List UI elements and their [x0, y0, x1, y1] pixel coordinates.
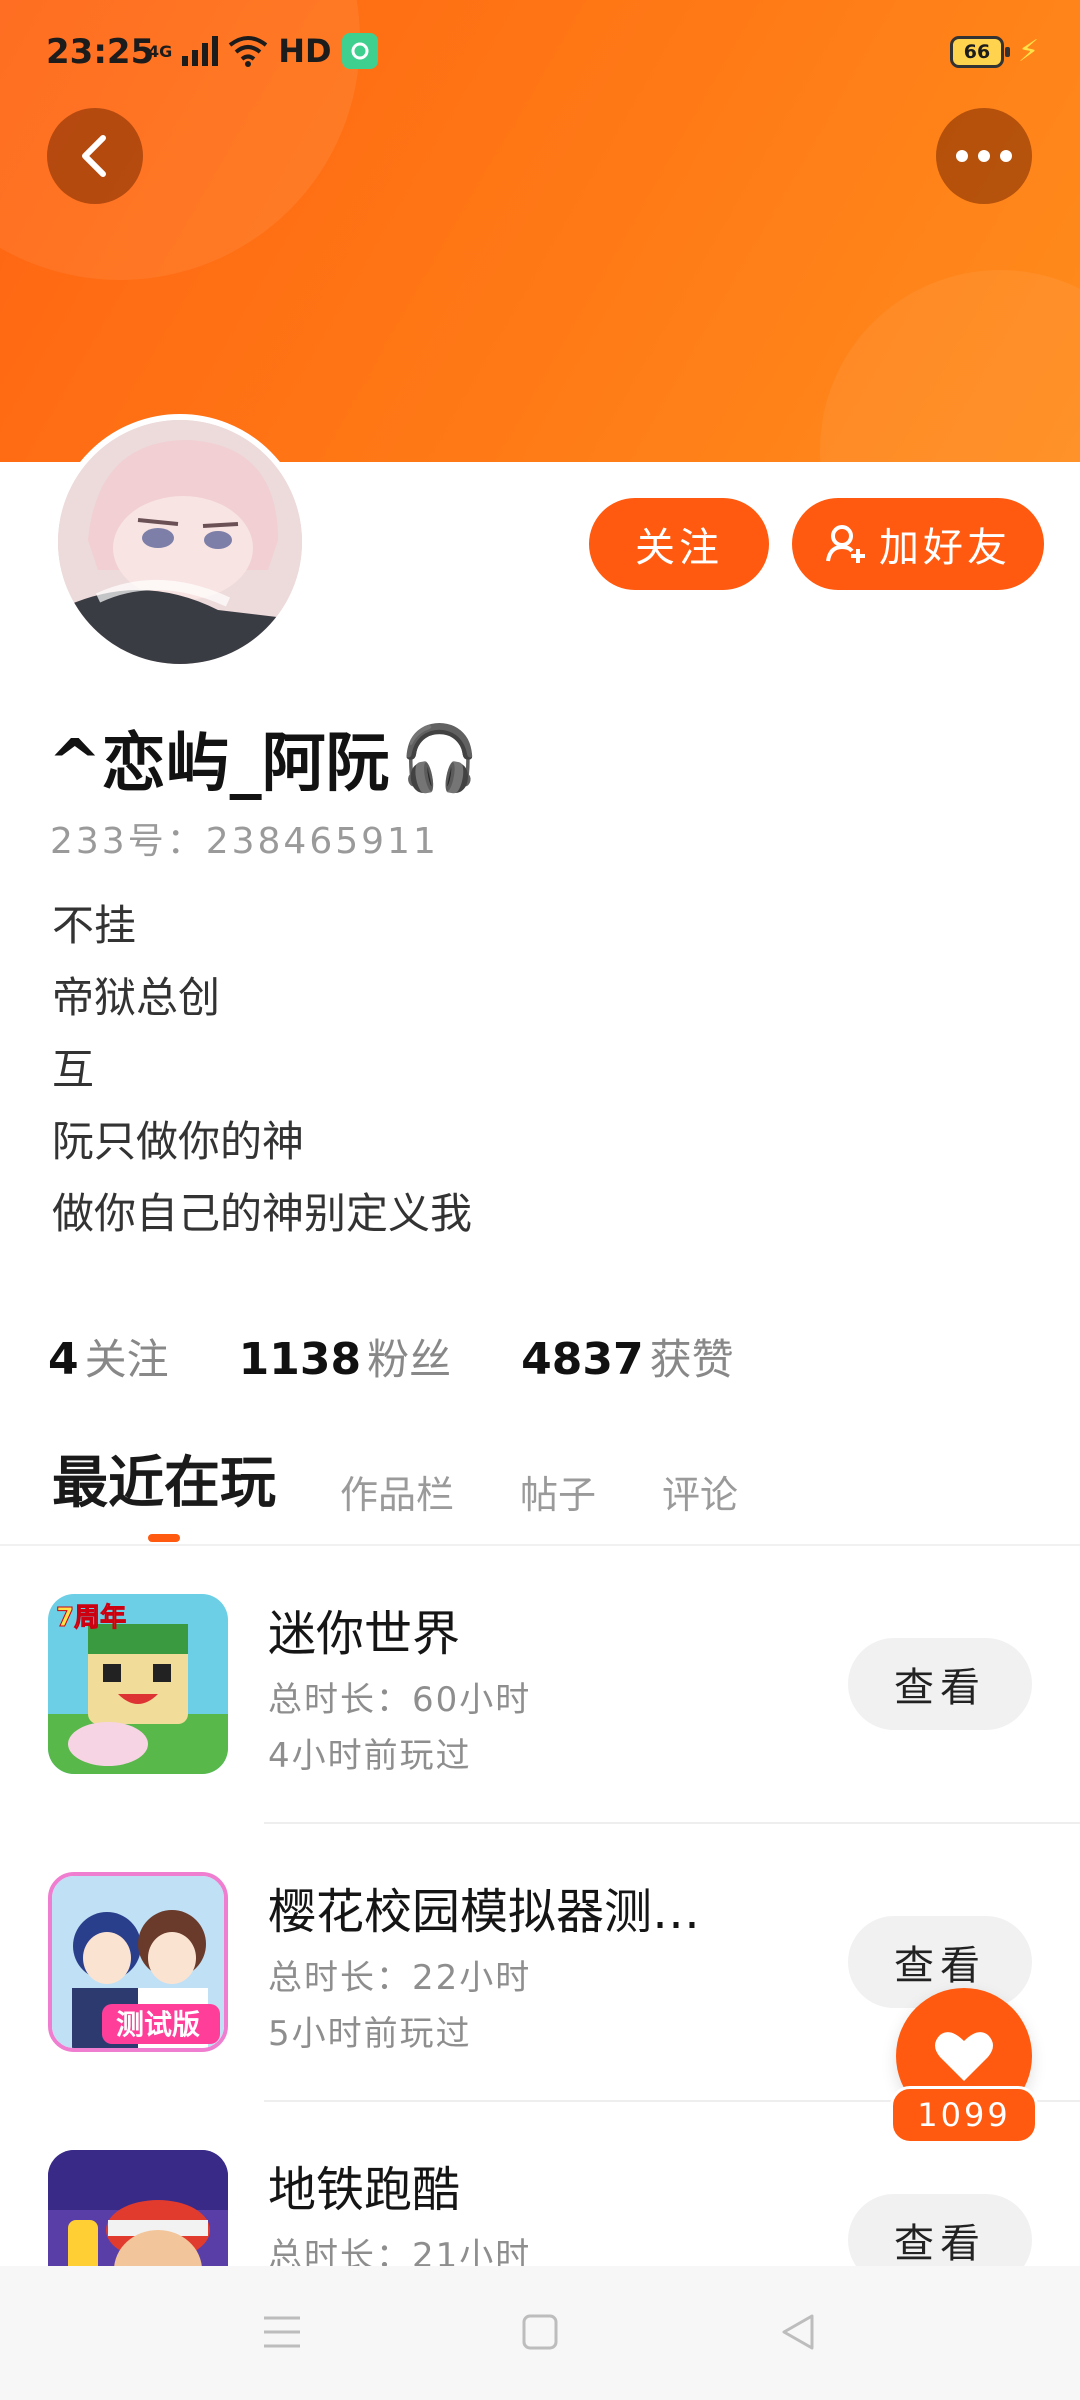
avatar[interactable]: [52, 414, 308, 670]
follow-button[interactable]: 关注: [589, 498, 769, 590]
follow-label: 关注: [635, 525, 723, 571]
stat-label: 获赞: [649, 1335, 734, 1384]
game-last-played: 4小时前玩过: [268, 1736, 472, 1776]
profile-tabs: 最近在玩 作品栏 帖子 评论: [52, 1438, 804, 1519]
game-icon-subway-surfers: [48, 2150, 228, 2266]
active-tab-indicator: [148, 1534, 180, 1542]
svg-text:7周年: 7周年: [56, 1602, 126, 1633]
signal-icon: [182, 36, 219, 66]
game-duration: 总时长：22小时: [268, 1958, 532, 1998]
game-icon-sakura-school: 测试版: [48, 1872, 228, 2052]
add-friend-button[interactable]: 加好友: [792, 498, 1044, 590]
stat-value: 4837: [521, 1334, 644, 1385]
home-icon[interactable]: [516, 2308, 564, 2356]
username: ^恋屿_阿阮 🎧: [48, 712, 479, 804]
profile-stats: 4 关注 1138 粉丝 4837 获赞: [48, 1326, 734, 1387]
chevron-left-icon: [82, 135, 106, 177]
system-navigation-bar: [0, 2266, 1080, 2400]
divider: [264, 1822, 1080, 1824]
network-type: 4G: [148, 41, 173, 61]
stat-likes[interactable]: 4837 获赞: [521, 1326, 733, 1387]
more-options-button[interactable]: [936, 108, 1032, 204]
add-user-icon: [826, 525, 865, 563]
divider: [0, 1544, 1080, 1546]
profile-bio: 不挂 帝狱总创 互 阮只做你的神 做你自己的神别定义我: [52, 890, 472, 1250]
back-button[interactable]: [47, 108, 143, 204]
status-time: 23:25: [46, 32, 155, 72]
bio-line: 不挂: [52, 901, 137, 950]
stat-value: 4: [48, 1334, 79, 1385]
status-icons: 4G HD: [148, 32, 378, 70]
battery-icon: 66: [950, 36, 1010, 68]
bio-line: 阮只做你的神: [52, 1117, 305, 1166]
game-last-played: 5小时前玩过: [268, 2014, 472, 2054]
like-count: 1099: [890, 2086, 1038, 2144]
bio-line: 帝狱总创: [52, 973, 221, 1022]
view-button[interactable]: 查看: [848, 2194, 1032, 2266]
game-title: 地铁跑酷: [268, 2162, 461, 2218]
hd-indicator: HD: [278, 32, 332, 70]
back-nav-icon[interactable]: [774, 2308, 822, 2356]
bio-line: 互: [52, 1045, 95, 1094]
view-button[interactable]: 查看: [848, 1638, 1032, 1730]
game-title: 樱花校园模拟器测…: [268, 1884, 701, 1940]
stat-followers[interactable]: 1138 粉丝: [239, 1326, 451, 1387]
game-icon-mini-world: 7周年: [48, 1594, 228, 1774]
bio-line: 做你自己的神别定义我: [52, 1189, 473, 1238]
list-item[interactable]: 地铁跑酷 总时长：21小时 查看: [0, 2150, 1080, 2266]
stat-label: 关注: [84, 1335, 169, 1384]
tab-comments[interactable]: 评论: [662, 1464, 738, 1519]
svg-text:测试版: 测试版: [116, 2008, 200, 2041]
status-bar: 23:25 4G HD 66 ⚡: [0, 0, 1080, 108]
game-duration: 总时长：21小时: [268, 2236, 532, 2266]
charging-icon: ⚡: [1018, 34, 1040, 69]
headphones-icon: 🎧: [399, 721, 480, 796]
user-id: 233号：238465911: [50, 821, 439, 862]
stat-value: 1138: [238, 1334, 362, 1385]
tab-works[interactable]: 作品栏: [340, 1464, 454, 1519]
game-title: 迷你世界: [268, 1606, 461, 1662]
heart-icon: [935, 2032, 993, 2081]
add-friend-label: 加好友: [879, 525, 1011, 571]
app-notification-icon: [341, 33, 378, 69]
tab-posts[interactable]: 帖子: [520, 1464, 596, 1519]
stat-following[interactable]: 4 关注: [48, 1326, 169, 1387]
stat-label: 粉丝: [367, 1335, 452, 1384]
menu-icon[interactable]: [258, 2308, 306, 2356]
game-duration: 总时长：60小时: [268, 1680, 532, 1720]
tab-recent-playing[interactable]: 最近在玩: [52, 1438, 276, 1519]
more-horizontal-icon: [956, 150, 1012, 162]
username-text: ^恋屿_阿阮: [48, 727, 390, 801]
wifi-icon: [229, 36, 268, 67]
banner-decoration: [820, 270, 1080, 462]
list-item[interactable]: 7周年 迷你世界 总时长：60小时 4小时前玩过 查看: [0, 1594, 1080, 1872]
